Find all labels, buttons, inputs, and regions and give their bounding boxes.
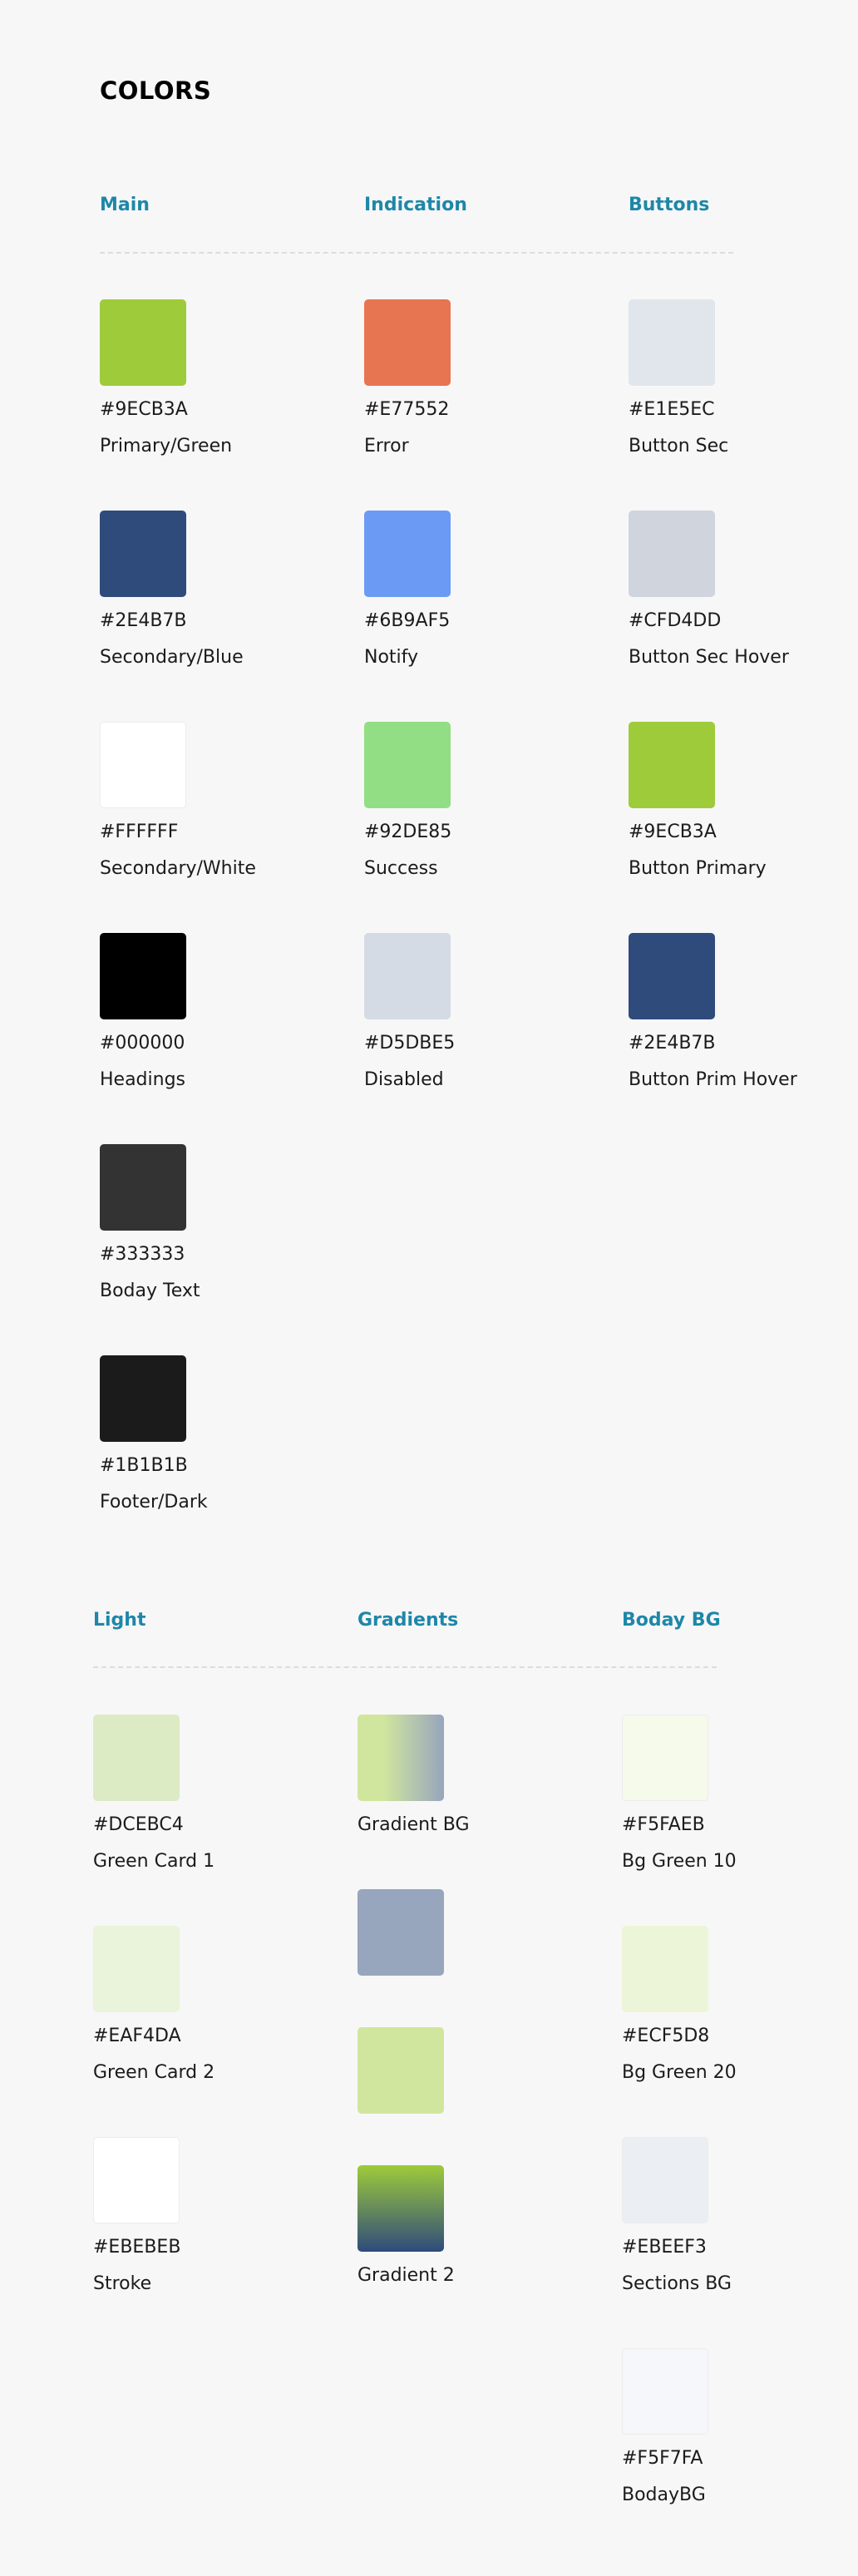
page-title: COLORS (100, 76, 212, 105)
color-swatch (364, 722, 451, 808)
section-divider (100, 252, 733, 254)
swatch-hex-code: #DCEBC4 (93, 1814, 184, 1835)
swatch-hex-code: #1B1B1B (100, 1455, 188, 1476)
color-swatch (364, 511, 451, 597)
swatch-label: Headings (100, 1069, 186, 1090)
color-swatch (622, 1715, 708, 1801)
color-swatch (100, 299, 186, 386)
swatch-hex-code: #2E4B7B (629, 1033, 716, 1054)
color-swatch (100, 1144, 186, 1231)
swatch-label: Footer/Dark (100, 1492, 208, 1513)
swatch-label: Secondary/White (100, 858, 256, 879)
swatch-hex-code: #6B9AF5 (364, 610, 451, 631)
color-swatch (629, 933, 715, 1019)
color-swatch (100, 1355, 186, 1442)
color-swatch (100, 511, 186, 597)
swatch-label: Primary/Green (100, 436, 233, 456)
color-swatch (364, 933, 451, 1019)
swatch-hex-code: #D5DBE5 (364, 1033, 456, 1054)
column-heading: Gradients (358, 1610, 459, 1631)
swatch-label: Error (364, 436, 409, 456)
color-swatch (358, 1715, 444, 1801)
swatch-label: Boday Text (100, 1281, 200, 1301)
color-swatch (364, 299, 451, 386)
color-swatch (100, 933, 186, 1019)
color-swatch (93, 1715, 180, 1801)
swatch-hex-code: #F5F7FA (622, 2448, 703, 2469)
swatch-hex-code: #EBEEF3 (622, 2237, 707, 2258)
swatch-label: Button Primary (629, 858, 767, 879)
color-swatch (93, 2137, 180, 2223)
swatch-hex-code: #333333 (100, 1244, 185, 1265)
swatch-label: Green Card 1 (93, 1851, 215, 1872)
swatch-label: Bg Green 10 (622, 1851, 737, 1872)
swatch-label: Secondary/Blue (100, 647, 244, 668)
swatch-label: Green Card 2 (93, 2062, 215, 2083)
swatch-hex-code: #9ECB3A (100, 399, 188, 420)
swatch-hex-code: #CFD4DD (629, 610, 722, 631)
swatch-label: Gradient BG (358, 1814, 470, 1835)
swatch-label: Sections BG (622, 2273, 732, 2294)
swatch-hex-code: #000000 (100, 1033, 185, 1054)
swatch-hex-code: #FFFFFF (100, 822, 179, 842)
swatch-hex-code: #9ECB3A (629, 822, 717, 842)
section-divider (93, 1666, 717, 1668)
column-heading: Light (93, 1610, 146, 1631)
swatch-label: Button Sec Hover (629, 647, 789, 668)
color-swatch (358, 2165, 444, 2252)
color-swatch (622, 2348, 708, 2435)
color-swatch (622, 2137, 708, 2223)
swatch-label: Disabled (364, 1069, 444, 1090)
swatch-hex-code: #EBEBEB (93, 2237, 181, 2258)
swatch-hex-code: #92DE85 (364, 822, 452, 842)
column-heading: Boday BG (622, 1610, 721, 1631)
color-swatch (629, 722, 715, 808)
color-swatch (358, 1889, 444, 1976)
color-swatch (622, 1926, 708, 2012)
swatch-hex-code: #2E4B7B (100, 610, 187, 631)
color-swatch (358, 2027, 444, 2114)
color-swatch (93, 1926, 180, 2012)
swatch-label: Notify (364, 647, 419, 668)
color-swatch (629, 299, 715, 386)
color-swatch (100, 722, 186, 808)
swatch-label: Button Sec (629, 436, 729, 456)
swatch-hex-code: #ECF5D8 (622, 2026, 710, 2046)
swatch-hex-code: #E77552 (364, 399, 450, 420)
swatch-label: Button Prim Hover (629, 1069, 797, 1090)
color-swatch (629, 511, 715, 597)
swatch-label: Stroke (93, 2273, 152, 2294)
swatch-label: Bg Green 20 (622, 2062, 737, 2083)
column-heading: Indication (364, 195, 467, 215)
swatch-label: Success (364, 858, 438, 879)
swatch-label: Gradient 2 (358, 2265, 455, 2286)
swatch-hex-code: #E1E5EC (629, 399, 715, 420)
column-heading: Main (100, 195, 150, 215)
swatch-hex-code: #F5FAEB (622, 1814, 705, 1835)
column-heading: Buttons (629, 195, 710, 215)
swatch-label: BodayBG (622, 2485, 706, 2505)
swatch-hex-code: #EAF4DA (93, 2026, 181, 2046)
